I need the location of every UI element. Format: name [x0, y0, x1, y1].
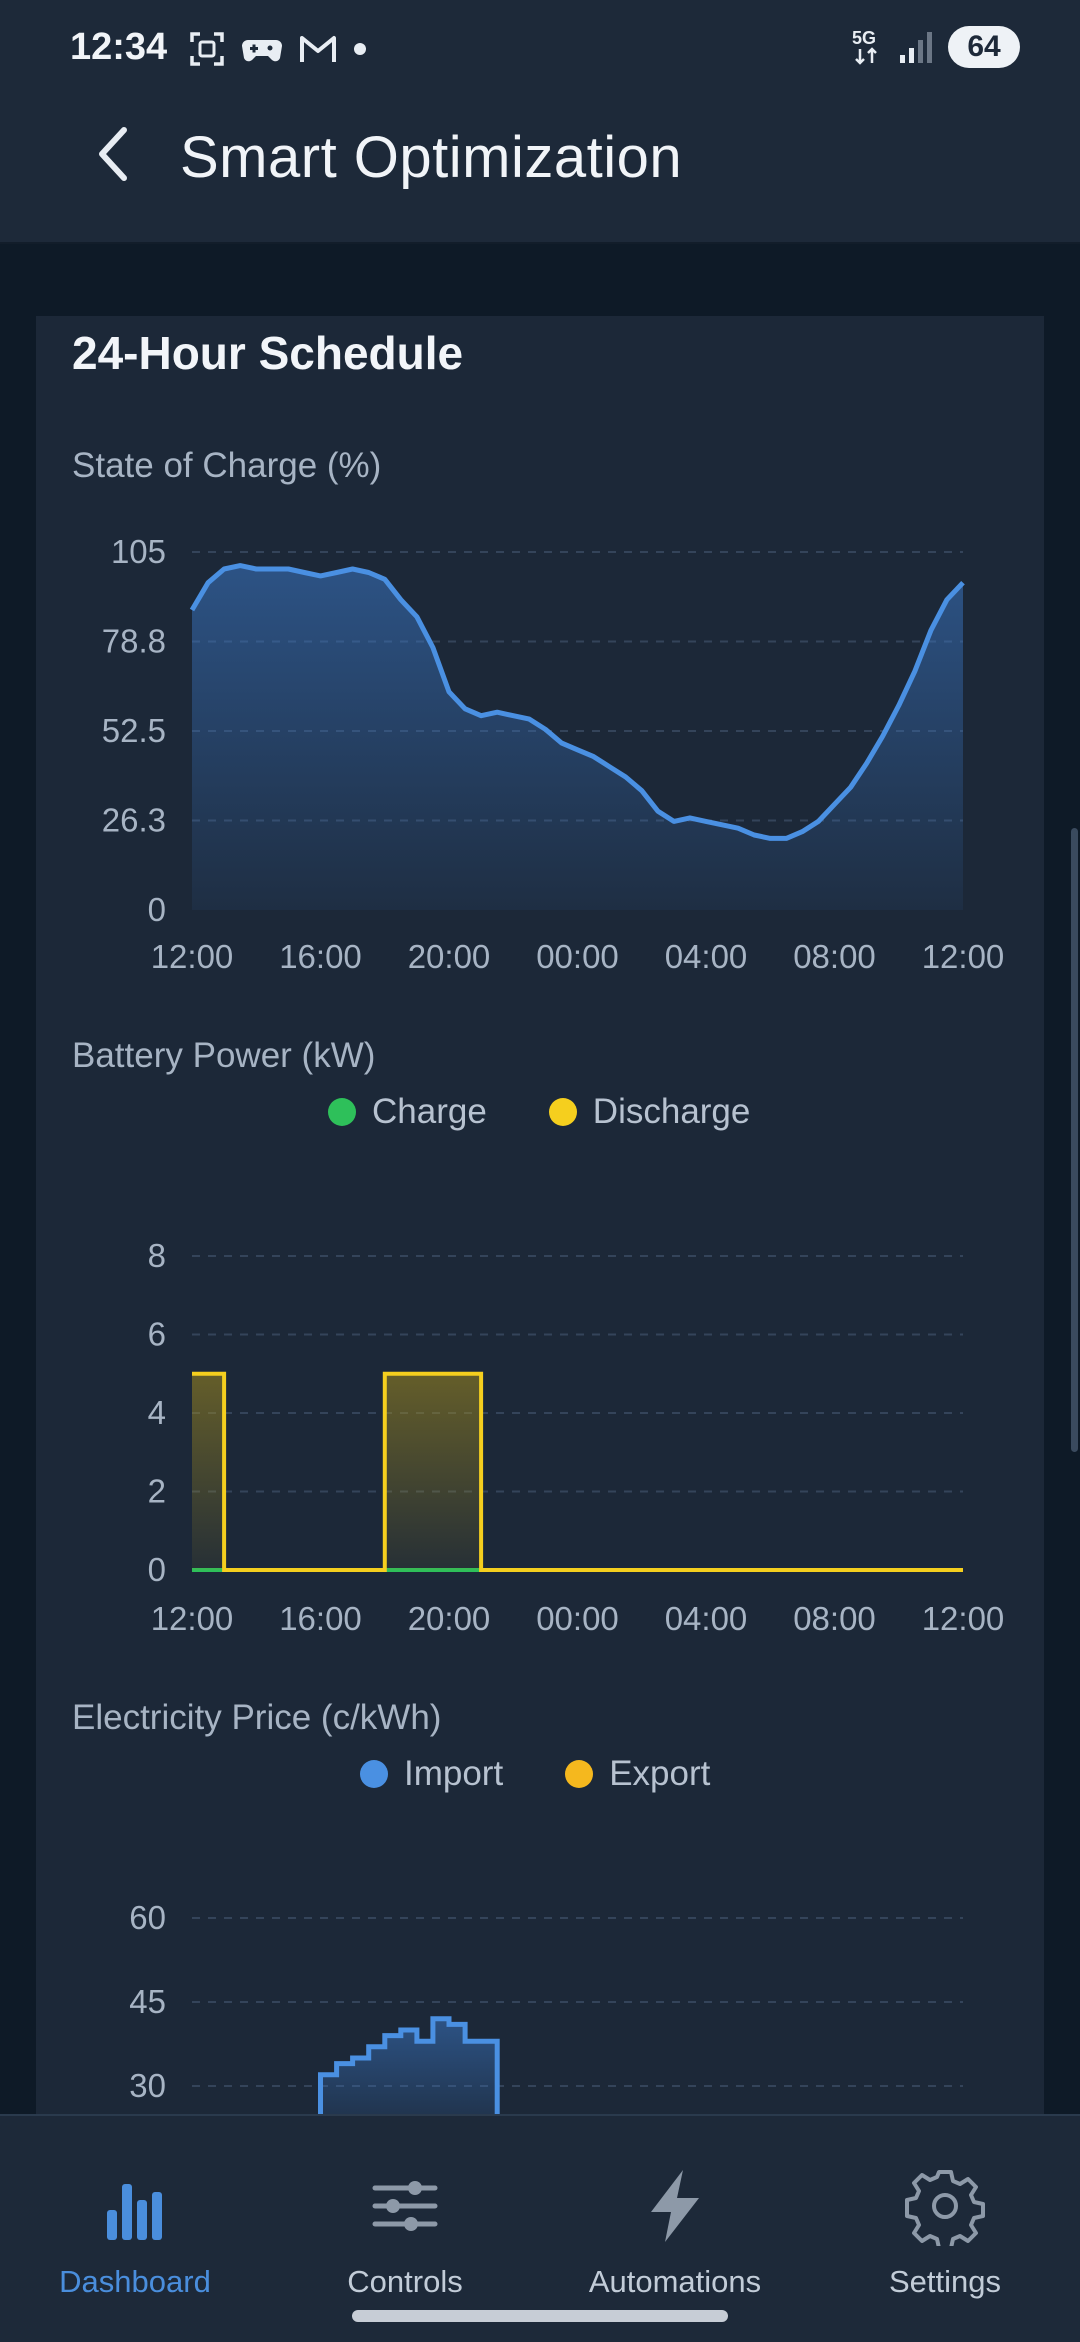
lightning-icon: [651, 2170, 699, 2242]
price-chart-title: Electricity Price (c/kWh): [72, 1698, 442, 1737]
status-time: 12:34: [70, 26, 168, 68]
notification-dot-icon: [354, 43, 366, 55]
import-legend-label: Import: [404, 1754, 504, 1793]
sliders-icon: [372, 2181, 438, 2231]
price-y-tick-label: 60: [129, 1899, 166, 1936]
nav-item-settings[interactable]: Settings: [810, 2116, 1080, 2316]
soc-x-tick-label: 16:00: [279, 938, 362, 975]
soc-y-tick-label: 105: [111, 533, 166, 570]
export-legend-label: Export: [609, 1754, 711, 1793]
price-legend: Import Export: [360, 1754, 710, 1794]
soc-y-tick-label: 0: [148, 891, 166, 928]
discharge-legend-label: Discharge: [592, 1092, 751, 1131]
battery-power-y-tick-label: 8: [148, 1237, 166, 1274]
game-controller-icon: [242, 40, 282, 62]
status-bar: 12:34 5G 64: [0, 0, 1080, 96]
battery-power-legend: Charge Discharge: [328, 1092, 750, 1132]
import-price-area: [320, 2018, 498, 2116]
bottom-nav: Dashboard Controls Automations Settings: [0, 2114, 1080, 2342]
home-indicator[interactable]: [352, 2310, 728, 2322]
signal-icon: [900, 32, 932, 63]
battery-indicator: 64: [948, 26, 1020, 68]
export-legend-dot: [565, 1760, 594, 1788]
discharge-line: [192, 1371, 963, 1572]
nav-item-dashboard[interactable]: Dashboard: [0, 2116, 270, 2316]
nav-item-controls[interactable]: Controls: [270, 2116, 540, 2316]
gmail-icon: [300, 36, 336, 62]
soc-x-tick-label: 12:00: [922, 938, 1005, 975]
app-header: Smart Optimization: [0, 96, 1080, 244]
discharge-bar: [192, 1373, 225, 1570]
price-y-tick-label: 45: [129, 1983, 166, 2020]
network-5g-icon: 5G: [852, 28, 877, 65]
gear-icon: [905, 2170, 985, 2246]
soc-x-tick-label: 08:00: [793, 938, 876, 975]
scroll-indicator[interactable]: [1071, 828, 1078, 1452]
nav-label-controls: Controls: [347, 2264, 463, 2299]
battery-power-x-tick-label: 00:00: [536, 1600, 619, 1637]
soc-y-tick-label: 26.3: [102, 802, 166, 839]
nav-label-automations: Automations: [588, 2264, 762, 2299]
battery-power-y-tick-label: 6: [148, 1316, 166, 1353]
discharge-legend-dot: [548, 1098, 577, 1126]
battery-power-x-tick-label: 12:00: [922, 1600, 1005, 1637]
discharge-bar: [384, 1373, 482, 1570]
back-arrow-icon[interactable]: [86, 124, 146, 184]
soc-x-tick-label: 12:00: [151, 938, 234, 975]
battery-power-x-tick-label: 20:00: [408, 1600, 491, 1637]
soc-y-tick-label: 52.5: [102, 712, 166, 749]
nav-label-dashboard: Dashboard: [59, 2264, 211, 2299]
status-system-icons: 5G 64: [850, 26, 1020, 68]
svg-text:5G: 5G: [852, 28, 876, 48]
nav-label-settings: Settings: [888, 2264, 1001, 2299]
battery-power-chart-title: Battery Power (kW): [72, 1036, 376, 1075]
price-y-tick-label: 30: [129, 2067, 166, 2104]
soc-x-tick-label: 04:00: [665, 938, 748, 975]
page-title: Smart Optimization: [180, 125, 683, 190]
charge-legend-dot: [328, 1098, 356, 1126]
import-legend-dot: [360, 1760, 388, 1788]
battery-power-x-tick-label: 12:00: [151, 1600, 234, 1637]
battery-power-y-tick-label: 0: [148, 1551, 166, 1588]
battery-power-x-tick-label: 08:00: [793, 1600, 876, 1637]
bar-chart-icon: [107, 2184, 162, 2240]
nav-item-automations[interactable]: Automations: [540, 2116, 810, 2316]
battery-power-y-tick-label: 4: [148, 1394, 166, 1431]
schedule-card: 24-Hour Schedule State of Charge (%) 105…: [36, 316, 1044, 2116]
soc-area: [192, 565, 963, 910]
status-notification-icons: [188, 30, 368, 68]
soc-chart: 105 78.8 52.5 26.3 0 12:00 16:00 20:00 00:00 04:0…: [102, 533, 1005, 2116]
soc-x-tick-label: 20:00: [408, 938, 491, 975]
battery-power-x-tick-label: 16:00: [279, 1600, 362, 1637]
charge-legend-label: Charge: [372, 1092, 487, 1131]
soc-x-tick-label: 00:00: [536, 938, 619, 975]
screenshot-icon: [190, 32, 224, 66]
soc-y-tick-label: 78.8: [102, 623, 166, 660]
battery-power-y-tick-label: 2: [148, 1473, 166, 1510]
battery-power-x-tick-label: 04:00: [665, 1600, 748, 1637]
